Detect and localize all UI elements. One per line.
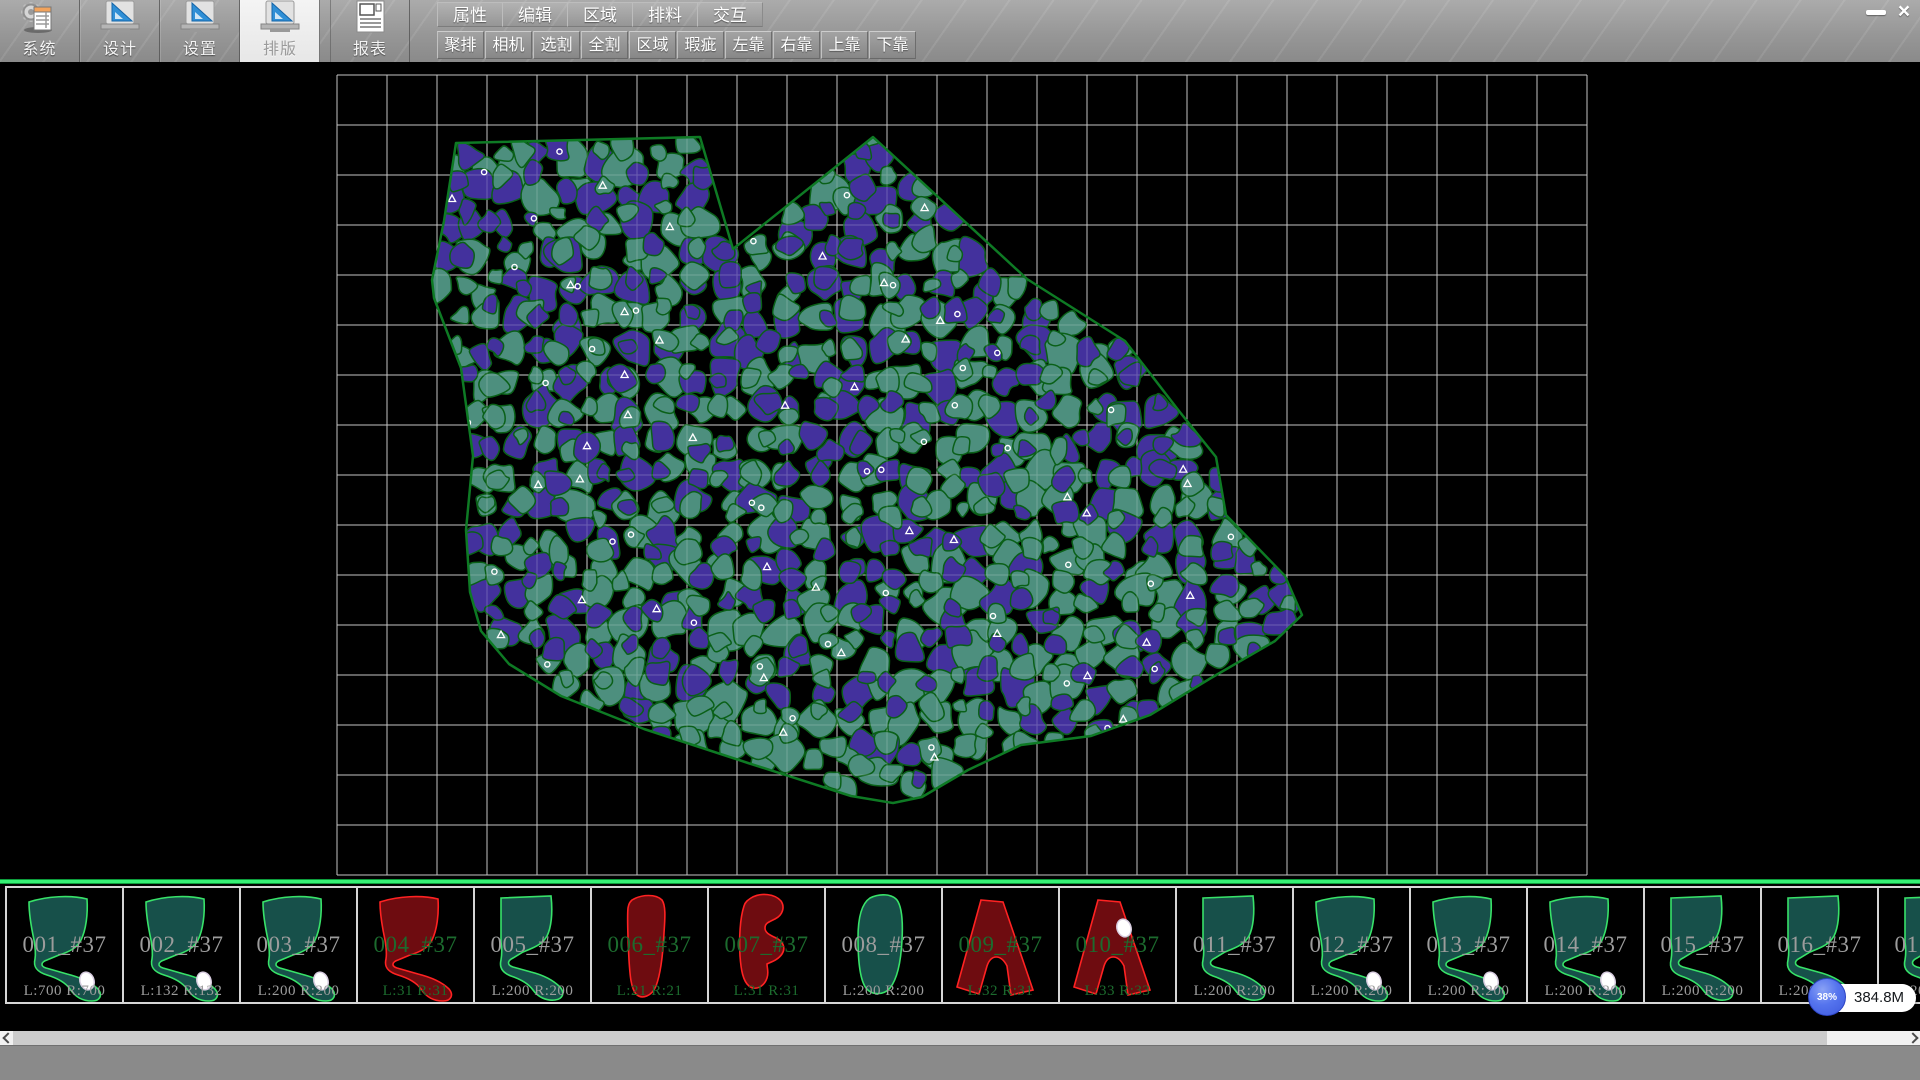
part-cell-003[interactable]: 003_#37L:200 R:200	[241, 888, 358, 1002]
part-shape	[7, 888, 122, 1002]
part-cell-015[interactable]: 015_#37L:200 R:200	[1645, 888, 1762, 1002]
close-button[interactable]: ×	[1890, 0, 1918, 24]
minimize-icon	[1866, 10, 1886, 15]
part-shape	[592, 888, 707, 1002]
progress-percent: 38%	[1817, 992, 1837, 1003]
menu-item-edit[interactable]: 编辑	[502, 2, 568, 27]
main-button-label-settings: 设置	[183, 35, 217, 59]
tools-toolbar: 聚排相机选割全割区域瑕疵左靠右靠上靠下靠	[437, 31, 917, 59]
tool-button-select-cut[interactable]: 选割	[533, 31, 580, 59]
part-shape	[475, 888, 590, 1002]
parts-cells-row: 001_#37L:700 R:700002_#37L:132 R:132003_…	[5, 886, 1920, 1004]
part-cell-014[interactable]: 014_#37L:200 R:200	[1528, 888, 1645, 1002]
part-shape	[709, 888, 824, 1002]
part-shape	[358, 888, 473, 1002]
part-shape	[943, 888, 1058, 1002]
status-bar	[0, 1045, 1920, 1080]
part-cell-004[interactable]: 004_#37L:31 R:31	[358, 888, 475, 1002]
part-cell-010[interactable]: 010_#37L:33 R:33	[1060, 888, 1177, 1002]
part-cell-001[interactable]: 001_#37L:700 R:700	[7, 888, 124, 1002]
part-cell-008[interactable]: 008_#37L:200 R:200	[826, 888, 943, 1002]
horizontal-scrollbar[interactable]	[0, 1031, 1920, 1045]
menu-item-nest[interactable]: 排料	[632, 2, 698, 27]
tool-button-camera[interactable]: 相机	[485, 31, 532, 59]
part-shape	[1177, 888, 1292, 1002]
part-shape	[124, 888, 239, 1002]
main-button-nesting[interactable]: 排版	[240, 0, 320, 62]
nesting-canvas[interactable]	[0, 62, 1920, 879]
main-button-label-report: 报表	[353, 35, 387, 59]
design-ruler-icon	[97, 0, 143, 34]
menu-bar: 属性编辑区域排料交互	[437, 2, 763, 28]
memory-value: 384.8M	[1854, 984, 1904, 1012]
main-button-label-nesting: 排版	[263, 35, 297, 59]
part-cell-009[interactable]: 009_#37L:32 R:31	[943, 888, 1060, 1002]
part-shape	[1411, 888, 1526, 1002]
progress-circle: 38%	[1808, 978, 1846, 1016]
tool-button-defect[interactable]: 瑕疵	[677, 31, 724, 59]
window-controls: ×	[1862, 0, 1918, 24]
part-cell-011[interactable]: 011_#37L:200 R:200	[1177, 888, 1294, 1002]
tool-button-snap-up[interactable]: 上靠	[821, 31, 868, 59]
part-shape	[1060, 888, 1175, 1002]
minimize-button[interactable]	[1862, 0, 1890, 24]
part-cell-012[interactable]: 012_#37L:200 R:200	[1294, 888, 1411, 1002]
nesting-svg[interactable]	[0, 62, 1920, 879]
scrollbar-thumb[interactable]	[13, 1031, 1827, 1045]
tool-button-snap-right[interactable]: 右靠	[773, 31, 820, 59]
part-shape	[1528, 888, 1643, 1002]
chevron-right-icon	[1907, 1032, 1918, 1043]
progress-pill: 38% 384.8M	[1812, 984, 1916, 1012]
main-button-label-design: 设计	[103, 35, 137, 59]
part-cell-006[interactable]: 006_#37L:21 R:21	[592, 888, 709, 1002]
scroll-right-button[interactable]	[1907, 1031, 1920, 1045]
main-button-system[interactable]: 系统	[0, 0, 80, 62]
tool-button-cluster-nest[interactable]: 聚排	[437, 31, 484, 59]
menu-item-region[interactable]: 区域	[567, 2, 633, 27]
part-shape	[1645, 888, 1760, 1002]
main-button-settings[interactable]: 设置	[160, 0, 240, 62]
menu-item-interact[interactable]: 交互	[697, 2, 763, 27]
part-cell-002[interactable]: 002_#37L:132 R:132	[124, 888, 241, 1002]
close-icon: ×	[1898, 1, 1910, 23]
part-shape	[241, 888, 356, 1002]
scroll-left-button[interactable]	[0, 1031, 13, 1045]
menu-item-properties[interactable]: 属性	[437, 2, 503, 27]
main-button-label-system: 系统	[22, 35, 56, 59]
part-cell-005[interactable]: 005_#37L:200 R:200	[475, 888, 592, 1002]
titlebar-toolbar: 系统设计设置排版报表 属性编辑区域排料交互 聚排相机选割全割区域瑕疵左靠右靠上靠…	[0, 0, 1920, 62]
chevron-left-icon	[2, 1032, 13, 1043]
nesting-ruler-icon	[257, 0, 303, 34]
tool-button-cut-all[interactable]: 全割	[581, 31, 628, 59]
system-gear-icon	[17, 0, 63, 34]
report-doc-icon	[350, 0, 390, 34]
main-toolbar: 系统 设计 设置 排版 报表	[0, 0, 410, 62]
part-shape	[1294, 888, 1409, 1002]
parts-thumbnail-strip: 001_#37L:700 R:700002_#37L:132 R:132003_…	[0, 884, 1920, 1030]
part-cell-007[interactable]: 007_#37L:31 R:31	[709, 888, 826, 1002]
tool-button-snap-left[interactable]: 左靠	[725, 31, 772, 59]
main-button-report[interactable]: 报表	[330, 0, 410, 62]
settings-ruler-icon	[177, 0, 223, 34]
main-button-design[interactable]: 设计	[80, 0, 160, 62]
tool-button-snap-down[interactable]: 下靠	[869, 31, 916, 59]
application-window: 系统设计设置排版报表 属性编辑区域排料交互 聚排相机选割全割区域瑕疵左靠右靠上靠…	[0, 0, 1920, 1080]
part-shape	[826, 888, 941, 1002]
part-cell-013[interactable]: 013_#37L:200 R:200	[1411, 888, 1528, 1002]
tool-button-zone[interactable]: 区域	[629, 31, 676, 59]
